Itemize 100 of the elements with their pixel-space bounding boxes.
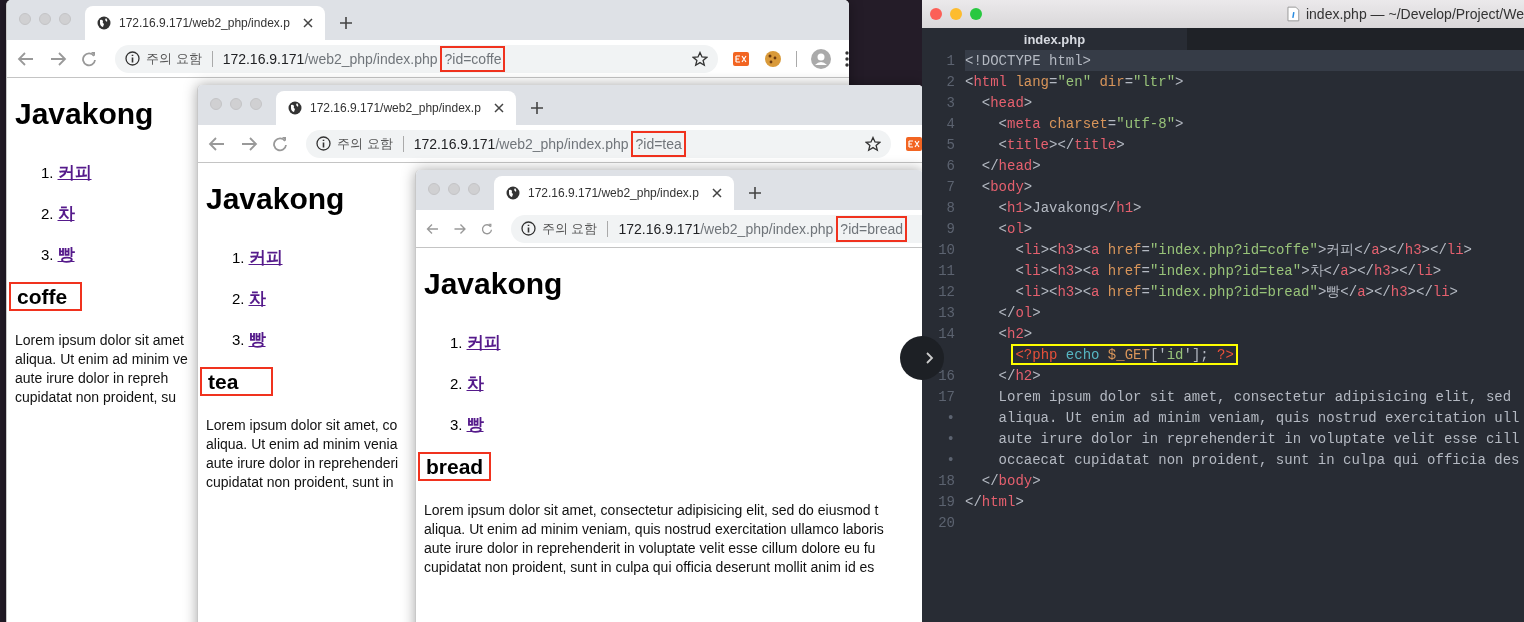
line-number: • (946, 430, 955, 447)
line-number: 6 (946, 157, 955, 174)
browser-tab[interactable]: 172.16.9.171/web2_php/index.p (85, 6, 325, 40)
star-icon[interactable] (692, 50, 708, 67)
list-number: 2. (41, 205, 54, 222)
reload-icon[interactable] (272, 135, 288, 152)
close-icon[interactable] (712, 188, 722, 198)
line-number: • (946, 409, 955, 426)
nav-link[interactable]: 빵 (466, 413, 484, 436)
menu-icon[interactable] (845, 50, 849, 67)
line-number: 3 (946, 94, 955, 111)
new-tab-icon[interactable] (530, 101, 544, 115)
reload-icon[interactable] (81, 50, 97, 67)
close-icon[interactable] (494, 103, 504, 113)
code-text: <li><h3><a href="index.php?id=bread">빵</a></h3></li> (1014, 282, 1458, 301)
nav-link[interactable]: 커피 (57, 161, 92, 184)
code-text: occaecat cupidatat non proident, sunt in culpa qui officia des (997, 451, 1520, 468)
new-tab-icon[interactable] (748, 186, 762, 200)
cookie-icon[interactable] (764, 49, 782, 68)
line-number: 14 (938, 325, 955, 342)
list-number: 2. (232, 290, 245, 307)
list-number: 1. (450, 334, 463, 351)
line-number: • (946, 451, 955, 468)
list-number: 1. (232, 249, 245, 266)
globe-icon (288, 101, 302, 115)
code-text: </html> (965, 493, 1024, 510)
highlighted-heading: coffe (9, 282, 82, 311)
code-text: <title></title> (997, 136, 1125, 153)
close-control[interactable] (930, 8, 942, 20)
address-bar[interactable]: 주의 요함 172.16.9.171/web2_php/index.php ?id=coffe (115, 44, 718, 73)
code-text: <h1>Javakong</h1> (997, 199, 1142, 216)
browser-tab[interactable]: 172.16.9.171/web2_php/index.p (494, 176, 734, 210)
avatar-icon[interactable] (811, 48, 831, 69)
extension-icon[interactable] (905, 135, 923, 152)
security-label: 주의 요함 (146, 49, 202, 68)
code-text: <head> (980, 94, 1033, 111)
editor-tab[interactable]: index.php (922, 28, 1187, 50)
code-text: </body> (980, 472, 1041, 489)
code-text: <html lang="en" dir="ltr"> (965, 73, 1184, 90)
code-text: </head> (980, 157, 1041, 174)
line-number: 16 (938, 367, 955, 384)
url-path: /web2_php/index.php (495, 135, 629, 152)
address-bar[interactable]: 주의 요함 172.16.9.171/web2_php/index.php ?id=bread (510, 214, 923, 243)
list-number: 3. (41, 246, 54, 263)
url-query: ?id=coffe (440, 45, 506, 72)
forward-icon[interactable] (240, 135, 258, 152)
code-text: <li><h3><a href="index.php?id=tea">차</a></h3></li> (1014, 261, 1442, 280)
code-text: <li><h3><a href="index.php?id=coffe">커피</a></h3></li> (1014, 240, 1472, 259)
url-path: /web2_php/index.php (304, 50, 438, 67)
page-title: Javakong (15, 96, 154, 132)
forward-icon[interactable] (49, 50, 67, 67)
line-number: 13 (938, 304, 955, 321)
star-icon[interactable] (865, 135, 881, 152)
list-number: 3. (450, 416, 463, 433)
line-number: 12 (938, 283, 955, 300)
line-number: 10 (938, 241, 955, 258)
new-tab-icon[interactable] (339, 16, 353, 30)
nav-link[interactable]: 빵 (248, 328, 266, 351)
line-number: 9 (946, 220, 955, 237)
url-host: 172.16.9.171 (222, 50, 305, 67)
info-icon (520, 221, 536, 236)
code-text: aliqua. Ut enim ad minim veniam, quis nostrud exercitation ull (997, 409, 1520, 426)
line-number: 8 (946, 199, 955, 216)
info-icon (316, 136, 331, 151)
nav-link[interactable]: 커피 (466, 331, 501, 354)
highlighted-code: <?php echo $_GET['id']; ?> (1011, 344, 1238, 365)
nav-link[interactable]: 커피 (248, 246, 283, 269)
security-label: 주의 요함 (337, 134, 393, 153)
nav-link[interactable]: 빵 (57, 243, 75, 266)
page-title: Javakong (424, 266, 563, 302)
paragraph: Lorem ipsum dolor sit amet, co aliqua. Ut enim ad minim venia aute irure dolor in reprehenderi cupidatat non proident, sunt in (206, 416, 399, 492)
back-icon[interactable] (17, 50, 35, 67)
paragraph: Lorem ipsum dolor sit amet, consectetur adipisicing elit, sed do eiusmod t aliqua. Ut enim ad minim veniam, quis nostrud exercitation ullamco laboris aute irure dolor in reprehenderit in voluptate velit esse cillum dolore eu fu cupidatat non proident, sunt in culpa qui officia deserunt mollit anim id es (424, 501, 884, 577)
code-text: aute irure dolor in reprehenderit in voluptate velit esse cill (997, 430, 1520, 447)
line-number: 7 (946, 178, 955, 195)
nav-link[interactable]: 차 (57, 202, 75, 225)
code-text: </h2> (997, 367, 1041, 384)
highlighted-heading: tea (200, 367, 273, 396)
code-text: </ol> (997, 304, 1041, 321)
line-number: 4 (946, 115, 955, 132)
browser-tab[interactable]: 172.16.9.171/web2_php/index.p (276, 91, 516, 125)
zoom-control[interactable] (970, 8, 982, 20)
list-number: 2. (450, 375, 463, 392)
line-number: 2 (946, 73, 955, 90)
code-text: <meta charset="utf-8"> (997, 115, 1184, 132)
code-text: <!DOCTYPE html> (965, 52, 1092, 69)
list-number: 3. (232, 331, 245, 348)
line-number: 1 (946, 52, 955, 69)
address-bar[interactable]: 주의 요함 172.16.9.171/web2_php/index.php ?id=tea (306, 129, 891, 158)
line-number: 5 (946, 136, 955, 153)
line-number: 17 (938, 388, 955, 405)
nav-link[interactable]: 차 (466, 372, 484, 395)
nav-link[interactable]: 차 (248, 287, 266, 310)
url-query: ?id=tea (631, 130, 686, 157)
back-icon[interactable] (208, 135, 226, 152)
info-icon (125, 51, 140, 66)
close-icon[interactable] (303, 18, 313, 28)
line-number: 18 (938, 472, 955, 489)
security-label: 주의 요함 (541, 219, 598, 238)
page-title: Javakong (206, 181, 345, 217)
